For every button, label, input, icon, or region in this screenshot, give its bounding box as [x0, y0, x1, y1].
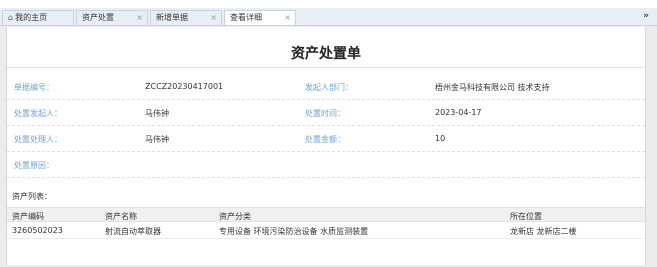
table-cell: 射流自动萃取器 [105, 227, 161, 236]
table-cell: 龙新店 龙新店二楼 [510, 227, 577, 236]
field-value: 马伟钟 [145, 135, 169, 144]
disposal-form-panel: 资产处置单 单据编号： ZCCZ20230417001 发起人部门： 梧州金马科… [6, 27, 646, 265]
tab-asset-disposal[interactable]: 资产处置 × [76, 10, 148, 25]
field-label: 发起人部门： [305, 83, 353, 92]
form-row: 处置原因： [7, 152, 645, 178]
close-icon[interactable]: × [284, 11, 291, 24]
more-tabs-icon[interactable]: » [643, 11, 649, 21]
column-header[interactable]: 所在位置 [510, 211, 542, 222]
divider [7, 67, 645, 68]
close-icon[interactable]: × [136, 11, 143, 24]
column-header[interactable]: 资产分类 [219, 211, 251, 222]
tab-new-document[interactable]: 新增单据 × [150, 10, 222, 25]
tab-home[interactable]: ⌂ 我的主页 [2, 10, 74, 25]
page-title: 资产处置单 [291, 46, 361, 62]
tab-bar: ⌂ 我的主页 资产处置 × 新增单据 × 查看详细 × » [0, 8, 657, 26]
table-cell: 3260502023 [12, 226, 63, 235]
table-cell: 专用设备 环境污染防治设备 水质监测装置 [219, 227, 369, 236]
field-label: 处置发起人： [14, 109, 62, 118]
field-value: 2023-04-17 [435, 108, 482, 117]
table-row[interactable]: 3260502023 射流自动萃取器 专用设备 环境污染防治设备 水质监测装置 … [7, 222, 645, 239]
column-header[interactable]: 资产名称 [105, 211, 137, 222]
tab-label: 查看详细 [230, 13, 262, 22]
field-label: 处置金额： [305, 135, 345, 144]
home-icon: ⌂ [8, 13, 14, 22]
form-row: 处置处理人： 马伟钟 处置金额： 10 [7, 126, 645, 152]
tab-label: 我的主页 [15, 13, 48, 22]
asset-list-title: 资产列表： [12, 192, 52, 201]
window-top-strip [0, 0, 657, 8]
field-label: 单据编号： [14, 83, 54, 92]
field-label: 处置时间： [305, 109, 345, 118]
form-row: 单据编号： ZCCZ20230417001 发起人部门： 梧州金马科技有限公司 … [7, 74, 645, 100]
tab-label: 新增单据 [156, 13, 188, 22]
field-label: 处置处理人： [14, 135, 62, 144]
field-value: 梧州金马科技有限公司 技术支持 [435, 83, 550, 92]
field-label: 处置原因： [14, 161, 54, 170]
asset-table-header: 资产编码 资产名称 资产分类 所在位置 [7, 207, 645, 222]
form-row: 处置发起人： 马伟钟 处置时间： 2023-04-17 [7, 100, 645, 126]
field-value: 10 [435, 134, 446, 143]
close-icon[interactable]: × [210, 11, 217, 24]
tab-label: 资产处置 [82, 13, 114, 22]
field-value: 马伟钟 [145, 109, 169, 118]
column-header[interactable]: 资产编码 [12, 211, 44, 222]
tab-view-detail[interactable]: 查看详细 × [224, 10, 296, 25]
field-value: ZCCZ20230417001 [145, 82, 224, 91]
